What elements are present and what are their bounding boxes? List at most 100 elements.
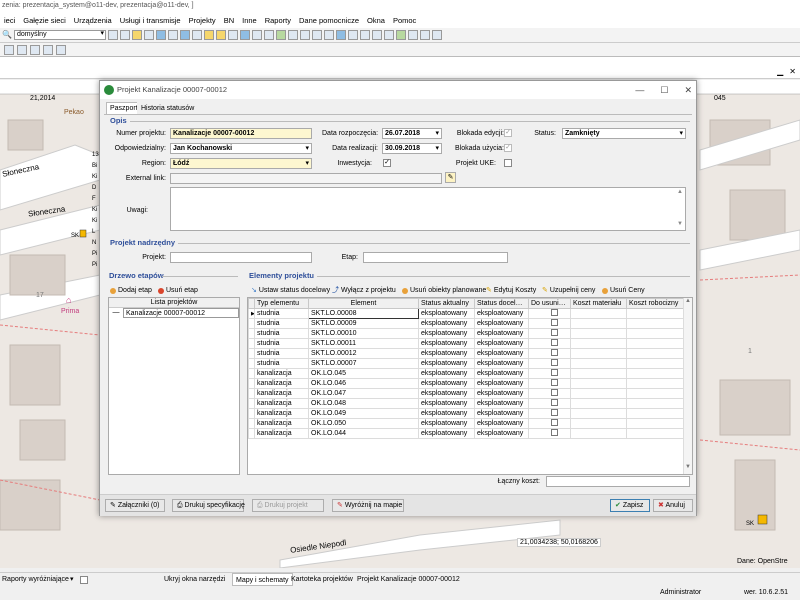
table-row[interactable]: kanalizacja OK.LO.044 eksploatowany eksploa… bbox=[248, 428, 685, 439]
tool-icon[interactable] bbox=[408, 30, 418, 40]
scroll-down-icon[interactable]: ▼ bbox=[677, 221, 683, 227]
cost-cell[interactable] bbox=[570, 428, 627, 439]
tool-icon[interactable] bbox=[252, 30, 262, 40]
cost-cell[interactable] bbox=[626, 398, 685, 409]
col-do-usuniecia[interactable]: Do usuni… bbox=[528, 298, 571, 309]
remove-planned-button[interactable]: Usuń obiekty planowane bbox=[402, 285, 486, 297]
tool-icon[interactable] bbox=[336, 30, 346, 40]
tool-icon[interactable] bbox=[288, 30, 298, 40]
cost-cell[interactable] bbox=[626, 368, 685, 379]
cost-cell[interactable] bbox=[626, 358, 685, 369]
tool-icon[interactable] bbox=[348, 30, 358, 40]
inwestycja-checkbox[interactable]: ✓ bbox=[383, 159, 391, 167]
odpowiedzialny-select[interactable]: Jan Kochanowski bbox=[170, 143, 312, 154]
cost-cell[interactable] bbox=[570, 348, 627, 359]
table-row[interactable]: studnia SKT.LO.00011 eksploatowany eksploat… bbox=[248, 338, 685, 349]
edit-icon[interactable]: ✎ bbox=[445, 172, 456, 183]
tool-icon[interactable] bbox=[132, 30, 142, 40]
tool-icon[interactable] bbox=[372, 30, 382, 40]
tool-icon[interactable] bbox=[264, 30, 274, 40]
menu-raporty[interactable]: Raporty bbox=[261, 16, 295, 25]
table-row[interactable]: kanalizacja OK.LO.046 eksploatowany eksploa… bbox=[248, 378, 685, 389]
tab-mapy[interactable]: Mapy i schematy bbox=[232, 573, 293, 586]
table-row[interactable]: kanalizacja OK.LO.049 eksploatowany eksploa… bbox=[248, 408, 685, 419]
scroll-up-icon[interactable]: ▲ bbox=[677, 189, 683, 195]
external-link-field[interactable] bbox=[170, 173, 442, 184]
tool-icon[interactable] bbox=[108, 30, 118, 40]
menu-galezie[interactable]: Gałęzie sieci bbox=[19, 16, 70, 25]
nadrzedny-etap-field[interactable] bbox=[363, 252, 508, 263]
tool-icon[interactable] bbox=[56, 44, 66, 55]
menu-urzadzenia[interactable]: Urządzenia bbox=[70, 16, 116, 25]
minimize-icon[interactable]: — bbox=[635, 81, 644, 99]
tab-kartoteka[interactable]: Kartoteka projektów bbox=[291, 573, 353, 587]
table-row[interactable]: ▶ studnia SKT.LO.00008 eksploatowany eksploa… bbox=[248, 308, 685, 319]
blokada-edycji-checkbox[interactable]: ✓ bbox=[504, 129, 512, 137]
table-row[interactable]: kanalizacja OK.LO.047 eksploatowany eksploa… bbox=[248, 388, 685, 399]
do-usuniecia-checkbox[interactable] bbox=[551, 429, 558, 436]
status-select[interactable]: Zamknięty bbox=[562, 128, 686, 139]
tool-icon[interactable] bbox=[17, 44, 27, 55]
do-usuniecia-checkbox[interactable] bbox=[551, 319, 558, 326]
print-project-button[interactable]: ⎙ Drukuj projekt bbox=[252, 499, 324, 512]
cost-cell[interactable] bbox=[626, 338, 685, 349]
cost-cell[interactable] bbox=[570, 318, 627, 329]
numer-field[interactable]: Kanalizacje 00007-00012 bbox=[170, 128, 312, 139]
chevron-down-icon[interactable]: ▾ bbox=[70, 573, 74, 587]
cost-cell[interactable] bbox=[570, 378, 627, 389]
tool-icon[interactable] bbox=[300, 30, 310, 40]
cost-cell[interactable] bbox=[570, 358, 627, 369]
add-stage-button[interactable]: Dodaj etap bbox=[110, 285, 152, 297]
table-row[interactable]: studnia SKT.LO.00007 eksploatowany eksploat… bbox=[248, 358, 685, 369]
table-row[interactable]: studnia SKT.LO.00010 eksploatowany eksploat… bbox=[248, 328, 685, 339]
do-usuniecia-checkbox[interactable] bbox=[551, 339, 558, 346]
scroll-down-icon[interactable]: ▼ bbox=[685, 464, 691, 470]
data-rozp-field[interactable]: 26.07.2018 bbox=[382, 128, 442, 139]
table-row[interactable]: kanalizacja OK.LO.050 eksploatowany eksploa… bbox=[248, 418, 685, 429]
tool-icon[interactable] bbox=[396, 30, 406, 40]
cost-cell[interactable] bbox=[626, 388, 685, 399]
tool-icon[interactable] bbox=[168, 30, 178, 40]
search-icon[interactable]: 🔍 bbox=[2, 30, 12, 40]
do-usuniecia-checkbox[interactable] bbox=[551, 349, 558, 356]
do-usuniecia-checkbox[interactable] bbox=[551, 419, 558, 426]
col-koszt-materialu[interactable]: Koszt materiału bbox=[570, 298, 627, 309]
do-usuniecia-checkbox[interactable] bbox=[551, 309, 558, 316]
tree-expander[interactable]: — bbox=[109, 308, 123, 318]
cost-cell[interactable] bbox=[626, 378, 685, 389]
cost-cell[interactable] bbox=[626, 308, 685, 319]
set-target-status-button[interactable]: ↘ Ustaw status docelowy bbox=[251, 285, 330, 297]
close-icon[interactable]: ✕ bbox=[789, 67, 796, 77]
tool-icon[interactable] bbox=[204, 30, 214, 40]
tool-icon[interactable] bbox=[4, 44, 14, 55]
close-icon[interactable]: ✕ bbox=[684, 81, 692, 99]
col-element[interactable]: Element bbox=[308, 298, 419, 309]
tab-projekt[interactable]: Projekt Kanalizacje 00007-00012 bbox=[357, 573, 460, 587]
toggle-checkbox[interactable] bbox=[80, 576, 88, 584]
menu-ieci[interactable]: ieci bbox=[0, 16, 19, 25]
tool-icon[interactable] bbox=[43, 44, 53, 55]
table-row[interactable]: studnia SKT.LO.00012 eksploatowany eksploat… bbox=[248, 348, 685, 359]
tool-icon[interactable] bbox=[360, 30, 370, 40]
col-typ[interactable]: Typ elementu bbox=[254, 298, 309, 309]
tool-icon[interactable] bbox=[240, 30, 250, 40]
tool-icon[interactable] bbox=[432, 30, 442, 40]
cost-cell[interactable] bbox=[570, 328, 627, 339]
tool-icon[interactable] bbox=[216, 30, 226, 40]
col-status-aktualny[interactable]: Status aktualny bbox=[418, 298, 475, 309]
do-usuniecia-checkbox[interactable] bbox=[551, 359, 558, 366]
tool-icon[interactable] bbox=[144, 30, 154, 40]
tool-icon[interactable] bbox=[156, 30, 166, 40]
cancel-button[interactable]: ✖ Anuluj bbox=[653, 499, 693, 512]
tool-icon[interactable] bbox=[324, 30, 334, 40]
edit-costs-button[interactable]: ✎ Edytuj Koszty bbox=[486, 285, 536, 297]
table-row[interactable]: studnia SKT.LO.00009 eksploatowany eksploat… bbox=[248, 318, 685, 329]
domain-select[interactable]: domyślny bbox=[14, 30, 106, 40]
maximize-icon[interactable]: ☐ bbox=[660, 81, 668, 99]
cost-cell[interactable] bbox=[570, 368, 627, 379]
do-usuniecia-checkbox[interactable] bbox=[551, 399, 558, 406]
do-usuniecia-checkbox[interactable] bbox=[551, 389, 558, 396]
cost-cell[interactable] bbox=[570, 308, 627, 319]
cost-cell[interactable] bbox=[626, 408, 685, 419]
tool-icon[interactable] bbox=[420, 30, 430, 40]
